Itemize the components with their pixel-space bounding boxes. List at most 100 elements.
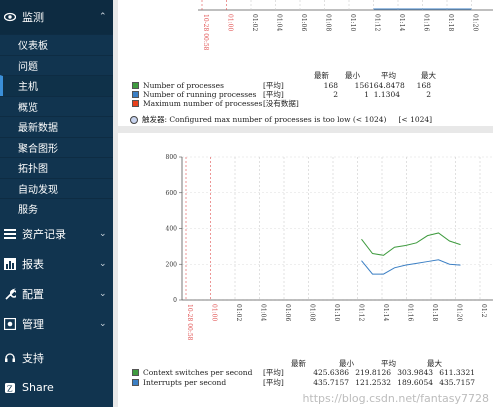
x-tick-label: 01:02	[251, 14, 258, 31]
sidebar-group-monitor[interactable]: 监测 ⌃	[0, 0, 113, 34]
sidebar-item[interactable]: 自动发现	[0, 177, 113, 199]
x-tick-label: 01:20	[456, 304, 463, 321]
x-tick-label: 10-28 00:58	[202, 14, 209, 51]
legend-row: Interrupts per second [平均] 435.7157 121.253…	[132, 377, 475, 388]
legend-series-name: Interrupts per second	[143, 378, 227, 387]
legend-value: 303.9843	[397, 368, 433, 377]
graph-card-cpu-switches: 800 600 400 200 0 10-28 00:58 01:00 01:02 01:04 0…	[118, 133, 493, 407]
x-tick-label: 01:2	[480, 304, 487, 318]
main-content: 10-28 00:58 01:00 01:02 01:04 01:06 01:08 01:1…	[113, 0, 493, 407]
y-tick-label: 800	[166, 154, 178, 161]
legend-value: 121.2532	[355, 378, 391, 387]
sidebar-item[interactable]: 服务	[0, 198, 113, 219]
sidebar-group[interactable]: 报表 ⌄	[0, 249, 113, 279]
x-tick-label: 01:08	[309, 304, 316, 321]
sidebar-item[interactable]: 聚合图形	[0, 136, 113, 158]
chevron-up-icon: ⌃	[99, 12, 107, 22]
sidebar-item[interactable]: 主机	[0, 75, 113, 96]
x-tick-label: 01:20	[472, 14, 479, 31]
sidebar-item[interactable]: 最新数据	[0, 116, 113, 137]
y-tick-label: 200	[166, 261, 178, 268]
y-tick-label: 600	[166, 190, 178, 197]
legend-series-name: Maximum number of processes	[143, 99, 263, 108]
x-tick-label: 01:12	[358, 304, 365, 321]
bar-chart-icon	[4, 257, 16, 270]
x-tick-label: 01:14	[398, 14, 405, 31]
watermark: https://blog.csdn.net/fantasy7728	[302, 392, 489, 405]
legend-value: 435.7157	[439, 378, 475, 387]
sidebar-item[interactable]: 概览	[0, 95, 113, 117]
sidebar-group-label: 报表	[22, 257, 44, 271]
legend-swatch	[132, 369, 139, 376]
trigger-note-text: 触发器: Configured max number of processes …	[142, 115, 387, 124]
legend-value: 435.7157	[313, 378, 349, 387]
y-tick-label: 0	[173, 297, 177, 304]
legend-function: [没有数据]	[263, 99, 299, 108]
chevron-down-icon: ⌄	[99, 258, 107, 269]
x-tick-label: 01:16	[423, 14, 430, 31]
x-tick-label: 01:12	[374, 14, 381, 31]
legend-swatch	[132, 82, 139, 89]
legend-value: 219.8126	[355, 368, 391, 377]
legend-value: 611.3321	[439, 368, 475, 377]
sidebar-share[interactable]: Z Share	[0, 373, 113, 403]
sidebar: 监测 ⌃ 仪表板 问题 主机 概览 最新数据 聚合图形 拓扑图 自动发现 服务 资产记录 ⌄ 报表 ⌄…	[0, 0, 113, 407]
legend-function: [平均]	[263, 378, 284, 387]
x-tick-label: 01:06	[300, 14, 307, 31]
sidebar-item[interactable]: 问题	[0, 54, 113, 76]
sidebar-group-label: 资产记录	[22, 227, 66, 241]
legend-row: Maximum number of processes [没有数据]	[132, 98, 431, 109]
x-tick-label: 01:08	[325, 14, 332, 31]
x-tick-label: 01:10	[349, 14, 356, 31]
list-icon	[4, 228, 16, 240]
series-line-interrupts	[361, 259, 461, 275]
x-tick-label: 01:14	[382, 304, 389, 321]
gear-icon	[4, 317, 16, 330]
processes-chart: 10-28 00:58 01:00 01:02 01:04 01:06 01:08 01:1…	[198, 0, 493, 51]
legend-swatch	[132, 100, 139, 107]
eye-icon	[4, 11, 16, 23]
sidebar-group[interactable]: 资产记录 ⌄	[0, 219, 113, 249]
legend-value: 189.6054	[397, 378, 433, 387]
legend-swatch	[132, 379, 139, 386]
x-tick-label: 01:02	[235, 304, 242, 321]
chevron-down-icon: ⌄	[99, 228, 107, 239]
x-tick-label: 01:04	[276, 14, 283, 31]
x-tick-label: 01:18	[431, 304, 438, 321]
chevron-down-icon: ⌄	[99, 318, 107, 329]
trigger-circle-icon	[130, 115, 138, 124]
x-tick-label: 10-28 00:58	[186, 304, 193, 341]
sidebar-share-label: Share	[22, 381, 54, 394]
x-tick-label: 01:10	[333, 304, 340, 321]
x-tick-label: 01:06	[284, 304, 291, 321]
sidebar-submenu: 仪表板 问题 主机 概览 最新数据 聚合图形 拓扑图 自动发现 服务	[0, 34, 113, 219]
cpu-switches-chart: 800 600 400 200 0 10-28 00:58 01:00 01:02 01:04 0…	[166, 154, 493, 341]
y-tick-label: 400	[166, 226, 178, 233]
sidebar-support-label: 支持	[22, 351, 44, 365]
legend-swatch	[132, 91, 139, 98]
legend-series-name: Context switches per second	[143, 368, 253, 377]
x-tick-label: 01:00	[227, 14, 234, 31]
trigger-note: 触发器: Configured max number of processes …	[130, 114, 432, 125]
legend-value: 425.6386	[313, 368, 349, 377]
graph-card-processes: 10-28 00:58 01:00 01:02 01:04 01:06 01:08 01:1…	[118, 0, 493, 126]
trigger-note-value: [< 1024]	[398, 115, 433, 124]
sidebar-item[interactable]: 拓扑图	[0, 157, 113, 178]
x-tick-label: 01:04	[260, 304, 267, 321]
svg-text:Z: Z	[7, 384, 13, 393]
sidebar-group-label: 监测	[22, 11, 44, 24]
chevron-down-icon: ⌄	[99, 288, 107, 299]
x-tick-label: 01:18	[447, 14, 454, 31]
series-line-context-switches	[361, 232, 461, 256]
sidebar-group[interactable]: 管理 ⌄	[0, 309, 113, 339]
headset-icon	[4, 352, 16, 364]
sidebar-item[interactable]: 仪表板	[0, 34, 113, 55]
sidebar-group-label: 管理	[22, 317, 44, 331]
x-tick-label: 01:16	[407, 304, 414, 321]
sidebar-support[interactable]: 支持	[0, 343, 113, 373]
sidebar-group-label: 配置	[22, 287, 44, 301]
x-tick-label: 01:00	[211, 304, 218, 321]
sidebar-group[interactable]: 配置 ⌄	[0, 279, 113, 309]
share-icon: Z	[4, 382, 16, 394]
sidebar-groups: 资产记录 ⌄ 报表 ⌄ 配置 ⌄ 管理 ⌄	[0, 219, 113, 339]
